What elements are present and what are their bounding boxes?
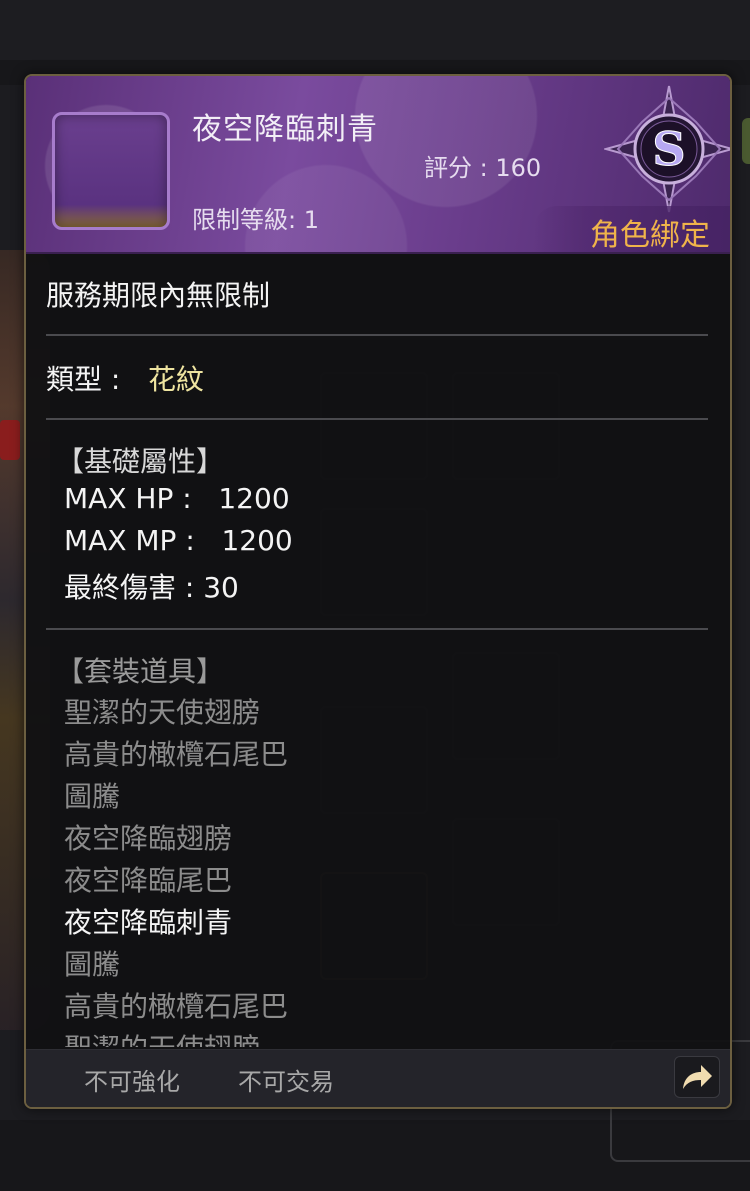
set-item: 夜空降臨翅膀 — [64, 822, 233, 855]
background-topbar — [0, 0, 750, 60]
item-tooltip: 夜空降臨刺青 評分 : 160 限制等級: 1 S 角色綁定 服務期限內無限制 … — [24, 74, 732, 1109]
attribute-max-mp: MAX MP : 1200 — [64, 524, 293, 557]
set-item: 高貴的橄欖石尾巴 — [64, 738, 289, 771]
binding-label: 角色綁定 — [590, 218, 710, 253]
base-attributes-header: 【基礎屬性】 — [56, 445, 225, 478]
set-item: 高貴的橄欖石尾巴 — [64, 990, 289, 1023]
character-portrait-accent — [0, 420, 20, 460]
set-item: 聖潔的天使翅膀 — [64, 1028, 684, 1047]
side-tab[interactable] — [742, 118, 750, 164]
divider — [46, 334, 708, 336]
service-period: 服務期限內無限制 — [46, 279, 271, 312]
level-requirement: 限制等級: 1 — [192, 206, 319, 234]
divider — [46, 418, 708, 420]
attribute-final-damage: 最終傷害 : 30 — [64, 571, 239, 604]
set-items-header: 【套裝道具】 — [56, 655, 225, 688]
tooltip-footer: 不可強化 不可交易 — [26, 1049, 730, 1107]
set-item: 聖潔的天使翅膀 — [64, 696, 261, 729]
rank-letter: S — [652, 122, 685, 176]
item-score: 評分 : 160 — [424, 154, 542, 182]
item-name: 夜空降臨刺青 — [192, 112, 378, 147]
set-items-list[interactable]: 聖潔的天使翅膀 高貴的橄欖石尾巴 圖騰 夜空降臨翅膀 夜空降臨尾巴 夜空降臨刺青 圖騰 高貴的… — [64, 692, 684, 1047]
set-item: 圖騰 — [64, 780, 121, 813]
no-trade-label: 不可交易 — [238, 1068, 334, 1096]
s-rank-emblem-icon: S — [604, 85, 730, 213]
share-arrow-icon — [683, 1065, 712, 1089]
binding-tag: 角色綁定 — [534, 206, 730, 253]
type-label: 類型 : — [46, 363, 121, 396]
attribute-max-hp: MAX HP : 1200 — [64, 482, 290, 515]
divider — [46, 628, 708, 630]
share-button[interactable] — [674, 1056, 720, 1098]
no-enhance-label: 不可強化 — [84, 1068, 180, 1096]
set-item: 夜空降臨尾巴 — [64, 864, 233, 897]
type-value: 花紋 — [148, 363, 205, 396]
item-icon — [52, 112, 170, 230]
set-item: 夜空降臨刺青 — [64, 906, 233, 939]
set-item: 圖騰 — [64, 948, 121, 981]
tooltip-header: 夜空降臨刺青 評分 : 160 限制等級: 1 S 角色綁定 — [26, 76, 730, 254]
